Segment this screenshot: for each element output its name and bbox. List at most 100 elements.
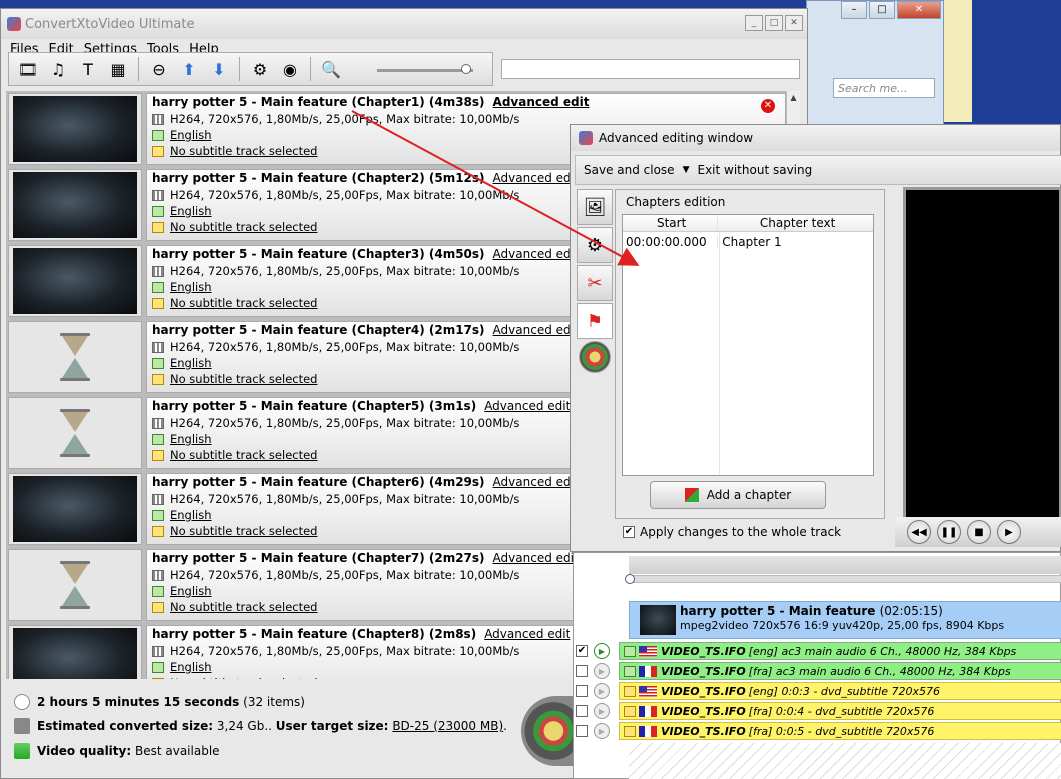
track-checkbox[interactable] bbox=[576, 705, 588, 717]
subtitle-track-bar[interactable]: VIDEO_TS.IFO [eng] 0:0:3 - dvd_subtitle 7… bbox=[619, 682, 1061, 700]
item-audio-link[interactable]: English bbox=[170, 508, 212, 522]
track-file: VIDEO_TS.IFO bbox=[661, 664, 746, 678]
advanced-edit-link[interactable]: Advanced edit bbox=[493, 95, 590, 109]
item-audio-link[interactable]: English bbox=[170, 128, 212, 142]
item-thumbnail[interactable] bbox=[8, 93, 142, 165]
zoom-slider-knob[interactable] bbox=[461, 64, 471, 74]
settings-icon[interactable]: ⚙ bbox=[247, 56, 273, 82]
chapter-text[interactable]: Chapter 1 bbox=[718, 235, 873, 249]
item-subtitle-link[interactable]: No subtitle track selected bbox=[170, 676, 317, 679]
save-and-close-button[interactable]: Save and close bbox=[584, 163, 675, 177]
item-subtitle-link[interactable]: No subtitle track selected bbox=[170, 220, 317, 234]
advanced-edit-link[interactable]: Advanced edit bbox=[493, 551, 579, 565]
advanced-edit-link[interactable]: Advanced edit bbox=[493, 171, 579, 185]
item-thumbnail[interactable] bbox=[8, 321, 142, 393]
move-down-icon[interactable]: ⬇ bbox=[206, 56, 232, 82]
save-dropdown-icon[interactable]: ▼ bbox=[683, 165, 690, 175]
item-audio-link[interactable]: English bbox=[170, 660, 212, 674]
status-target-link[interactable]: BD-25 (23000 MB) bbox=[392, 719, 503, 733]
play-icon[interactable]: ▶ bbox=[997, 520, 1021, 544]
item-thumbnail[interactable] bbox=[8, 549, 142, 621]
add-text-icon[interactable]: T bbox=[75, 56, 101, 82]
subtitle-track-bar[interactable]: VIDEO_TS.IFO [fra] 0:0:5 - dvd_subtitle 7… bbox=[619, 722, 1061, 740]
track-row[interactable]: ▶ VIDEO_TS.IFO [fra] 0:0:4 - dvd_subtitle … bbox=[574, 702, 1061, 720]
preview-icon[interactable]: 🔍 bbox=[318, 56, 344, 82]
tab-preview-icon[interactable]: 🖼 bbox=[577, 189, 613, 225]
col-start-header[interactable]: Start bbox=[623, 215, 719, 231]
item-thumbnail[interactable] bbox=[8, 169, 142, 241]
tab-settings-icon[interactable]: ⚙ bbox=[577, 227, 613, 263]
item-subtitle-link[interactable]: No subtitle track selected bbox=[170, 296, 317, 310]
chapter-row[interactable]: 00:00:00.000 Chapter 1 bbox=[623, 232, 873, 252]
advanced-edit-link[interactable]: Advanced edit bbox=[484, 627, 570, 641]
item-subtitle-link[interactable]: No subtitle track selected bbox=[170, 144, 317, 158]
track-play-icon[interactable]: ▶ bbox=[594, 663, 610, 679]
item-subtitle-link[interactable]: No subtitle track selected bbox=[170, 372, 317, 386]
advanced-edit-link[interactable]: Advanced edit bbox=[493, 247, 579, 261]
minimize-button[interactable]: _ bbox=[745, 15, 763, 31]
video-track[interactable]: harry potter 5 - Main feature (02:05:15)… bbox=[629, 601, 1061, 639]
zoom-slider[interactable] bbox=[377, 64, 473, 74]
add-chapter-button[interactable]: Add a chapter bbox=[650, 481, 826, 509]
bg-minimize-button[interactable]: – bbox=[841, 1, 867, 19]
item-subtitle-link[interactable]: No subtitle track selected bbox=[170, 524, 317, 538]
track-play-icon[interactable]: ▶ bbox=[594, 643, 610, 659]
track-checkbox[interactable] bbox=[576, 685, 588, 697]
maximize-button[interactable]: □ bbox=[765, 15, 783, 31]
item-subtitle-link[interactable]: No subtitle track selected bbox=[170, 600, 317, 614]
tab-quality-icon[interactable] bbox=[579, 341, 611, 373]
tab-cut-icon[interactable]: ✂ bbox=[577, 265, 613, 301]
remove-icon[interactable]: ⊖ bbox=[146, 56, 172, 82]
item-thumbnail[interactable] bbox=[8, 473, 142, 545]
add-video-icon[interactable]: 🎞 bbox=[15, 56, 41, 82]
advanced-edit-link[interactable]: Advanced edit bbox=[493, 475, 579, 489]
bg-maximize-button[interactable]: □ bbox=[869, 1, 895, 19]
timeline-knob[interactable] bbox=[625, 574, 635, 584]
track-checkbox[interactable] bbox=[576, 665, 588, 677]
add-image-icon[interactable]: ▦ bbox=[105, 56, 131, 82]
item-audio-link[interactable]: English bbox=[170, 204, 212, 218]
top-text-input[interactable] bbox=[501, 59, 800, 79]
bg-search-input[interactable]: Search me... bbox=[833, 78, 935, 98]
audio-track-bar[interactable]: VIDEO_TS.IFO [fra] ac3 main audio 6 Ch., … bbox=[619, 662, 1061, 680]
track-checkbox[interactable]: ✔ bbox=[576, 645, 588, 657]
item-thumbnail[interactable] bbox=[8, 245, 142, 317]
rewind-icon[interactable]: ◀◀ bbox=[907, 520, 931, 544]
scroll-up-icon[interactable]: ▲ bbox=[787, 91, 800, 105]
item-thumbnail[interactable] bbox=[8, 397, 142, 469]
track-checkbox[interactable] bbox=[576, 725, 588, 737]
burn-icon[interactable]: ◉ bbox=[277, 56, 303, 82]
advanced-edit-link[interactable]: Advanced edit bbox=[493, 323, 579, 337]
add-audio-icon[interactable]: ♫ bbox=[45, 56, 71, 82]
exit-without-saving-button[interactable]: Exit without saving bbox=[698, 163, 813, 177]
bg-close-button[interactable]: ✕ bbox=[897, 1, 941, 19]
track-timeline-scroll[interactable] bbox=[625, 574, 1061, 584]
item-audio-link[interactable]: English bbox=[170, 280, 212, 294]
track-play-icon[interactable]: ▶ bbox=[594, 703, 610, 719]
track-row[interactable]: ▶ VIDEO_TS.IFO [eng] 0:0:3 - dvd_subtitle … bbox=[574, 682, 1061, 700]
subtitle-track-bar[interactable]: VIDEO_TS.IFO [fra] 0:0:4 - dvd_subtitle 7… bbox=[619, 702, 1061, 720]
item-audio-link[interactable]: English bbox=[170, 432, 212, 446]
audio-track-bar[interactable]: VIDEO_TS.IFO [eng] ac3 main audio 6 Ch., … bbox=[619, 642, 1061, 660]
track-play-icon[interactable]: ▶ bbox=[594, 683, 610, 699]
item-audio-link[interactable]: English bbox=[170, 356, 212, 370]
close-button[interactable]: ✕ bbox=[785, 15, 803, 31]
toolbar-separator bbox=[310, 57, 311, 81]
remove-item-icon[interactable]: ✕ bbox=[761, 99, 775, 113]
chapter-start[interactable]: 00:00:00.000 bbox=[623, 235, 719, 249]
apply-whole-track-row[interactable]: ✔ Apply changes to the whole track bbox=[623, 525, 841, 539]
move-up-icon[interactable]: ⬆ bbox=[176, 56, 202, 82]
track-row[interactable]: ▶ VIDEO_TS.IFO [fra] 0:0:5 - dvd_subtitle … bbox=[574, 722, 1061, 740]
apply-whole-track-checkbox[interactable]: ✔ bbox=[623, 526, 635, 538]
tab-chapters-icon[interactable]: ⚑ bbox=[577, 303, 613, 339]
item-subtitle-link[interactable]: No subtitle track selected bbox=[170, 448, 317, 462]
pause-icon[interactable]: ❚❚ bbox=[937, 520, 961, 544]
item-thumbnail[interactable] bbox=[8, 625, 142, 679]
item-audio-link[interactable]: English bbox=[170, 584, 212, 598]
track-play-icon[interactable]: ▶ bbox=[594, 723, 610, 739]
track-row[interactable]: ▶ VIDEO_TS.IFO [fra] ac3 main audio 6 Ch.,… bbox=[574, 662, 1061, 680]
advanced-edit-link[interactable]: Advanced edit bbox=[484, 399, 570, 413]
track-row[interactable]: ✔ ▶ VIDEO_TS.IFO [eng] ac3 main audio 6 Ch.… bbox=[574, 642, 1061, 660]
stop-icon[interactable]: ■ bbox=[967, 520, 991, 544]
col-text-header[interactable]: Chapter text bbox=[718, 215, 873, 231]
